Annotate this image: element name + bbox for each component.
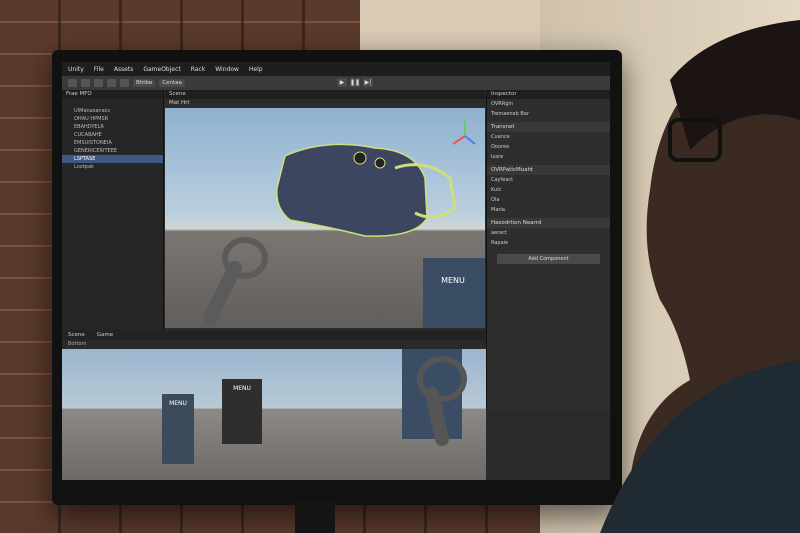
- menu-item-help[interactable]: Help: [249, 66, 263, 73]
- hierarchy-item[interactable]: EBAHDYELR: [62, 123, 163, 131]
- object-tag[interactable]: Tremaeneb Bar: [491, 111, 529, 117]
- game-toolbar: Bottom: [62, 340, 486, 349]
- hierarchy-item[interactable]: EMSUISTONEIA: [62, 139, 163, 147]
- menu-bar: Unity File Assets GameObject Rack Window…: [62, 62, 610, 76]
- pivot-toggle[interactable]: Bhtbe: [133, 79, 156, 87]
- rect-tool-button[interactable]: [120, 79, 129, 87]
- scale-tool-button[interactable]: [107, 79, 116, 87]
- scene-view-panel: Scene Mat Hrt MENU: [165, 90, 485, 328]
- scene-viewport[interactable]: MENU: [165, 108, 485, 328]
- menu-item-window[interactable]: Window: [215, 66, 239, 73]
- menu-item-gameobject[interactable]: GameObject: [143, 66, 180, 73]
- hierarchy-item-selected[interactable]: LSPTASE: [62, 155, 163, 163]
- move-tool-button[interactable]: [81, 79, 90, 87]
- hand-tool-button[interactable]: [68, 79, 77, 87]
- gizmo-icon: [452, 120, 476, 145]
- pause-button[interactable]: ❚❚: [350, 78, 360, 87]
- hierarchy-panel: Frae MFO UIManasanacs OHAU HPMSR EBAHDYE…: [62, 90, 164, 330]
- menu-item-rack[interactable]: Rack: [191, 66, 206, 73]
- hierarchy-item[interactable]: UIManasanacs: [62, 107, 163, 115]
- hierarchy-item[interactable]: CUCABAHE: [62, 131, 163, 139]
- tab-scene[interactable]: Scene: [68, 332, 85, 338]
- menu-item-unity[interactable]: Unity: [68, 66, 84, 73]
- person-silhouette: [540, 0, 800, 533]
- controller-model: [203, 237, 268, 325]
- hierarchy-item[interactable]: OHAU HPMSR: [62, 115, 163, 123]
- menu-item-assets[interactable]: Assets: [114, 66, 134, 73]
- tab-game[interactable]: Game: [97, 332, 113, 338]
- monitor-stand: [295, 500, 335, 533]
- menu-item-file[interactable]: File: [94, 66, 104, 73]
- game-viewport[interactable]: MENU MENU: [62, 349, 486, 480]
- center-toggle[interactable]: Centaa: [159, 79, 185, 87]
- unity-editor-screen: Unity File Assets GameObject Rack Window…: [62, 62, 610, 480]
- game-view-panel: Scene Game Bottom MENU MENU: [62, 330, 486, 480]
- scene-toolbar: Mat Hrt: [165, 99, 485, 108]
- object-name[interactable]: OVRRgin: [491, 101, 513, 107]
- step-button[interactable]: ▶|: [363, 78, 373, 87]
- scene-menu-label: MENU: [441, 276, 465, 285]
- hierarchy-item[interactable]: Lootpak: [62, 163, 163, 171]
- play-controls: ▶ ❚❚ ▶|: [337, 78, 373, 87]
- controller-model-game: [417, 356, 467, 446]
- hierarchy-search[interactable]: Frae MFO: [62, 90, 163, 99]
- rotate-tool-button[interactable]: [94, 79, 103, 87]
- vr-headset-model: MENU: [203, 120, 485, 328]
- scene-tab[interactable]: Scene: [165, 90, 485, 99]
- play-button[interactable]: ▶: [337, 78, 347, 87]
- toolbar: Bhtbe Centaa: [62, 76, 610, 90]
- hierarchy-item[interactable]: GENERICERITEEE: [62, 147, 163, 155]
